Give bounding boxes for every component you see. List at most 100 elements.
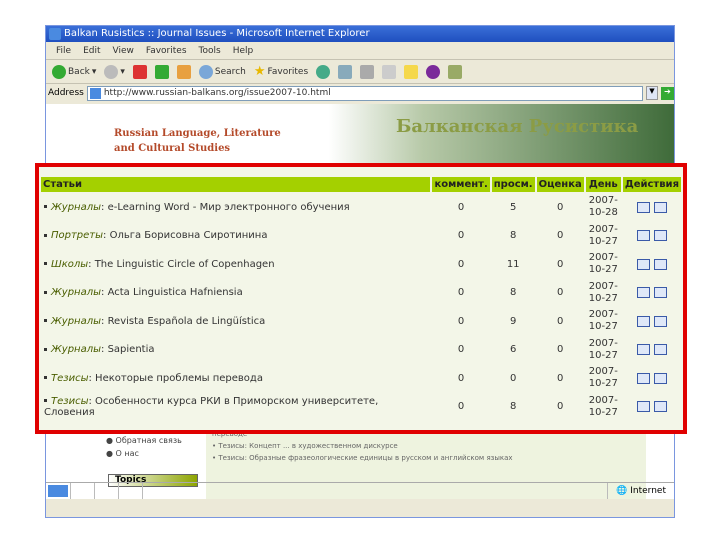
date-day: 10-27	[588, 349, 618, 361]
mail-icon[interactable]	[338, 64, 353, 79]
actions-cell	[623, 308, 681, 335]
views-count: 8	[510, 401, 517, 413]
favorites-button[interactable]: ★ Favorites	[254, 64, 308, 79]
actions-cell	[623, 365, 681, 392]
article-link[interactable]: Некоторые проблемы перевода	[95, 373, 263, 384]
address-input[interactable]: http://www.russian-balkans.org/issue2007…	[86, 85, 643, 101]
menu-favorites[interactable]: Favorites	[146, 46, 187, 56]
table-row: Школы: The Linguistic Circle of Copenhag…	[41, 251, 681, 278]
article-cell: Портреты: Ольга Борисовна Сиротинина	[41, 223, 430, 250]
bullet-icon	[44, 290, 47, 294]
article-cell: Тезисы: Особенности курса РКИ в Приморск…	[44, 395, 379, 418]
rating: 0	[556, 287, 564, 299]
nav-item-about[interactable]: ● О нас	[106, 447, 182, 460]
table-header: Статьи коммент. просм. Оценка День Дейст…	[41, 177, 681, 192]
comments-count: 0	[457, 372, 465, 384]
article-cell: Журналы: Revista Española de Lingüística	[41, 308, 430, 335]
left-nav: ● Обратная связь ● О нас	[106, 434, 182, 460]
bg-row[interactable]: • Тезисы: Образные фразеологические един…	[212, 452, 640, 464]
table-row: Тезисы: Некоторые проблемы перевода 0 0 …	[41, 365, 681, 392]
actions-cell	[623, 223, 681, 250]
category-link[interactable]: Портреты	[51, 230, 103, 241]
ie-icon	[49, 28, 61, 40]
category-link[interactable]: Журналы	[51, 202, 101, 213]
banner-subtitle: Russian Language, Literature and Cultural…	[114, 126, 281, 156]
article-link[interactable]: Acta Linguistica Hafniensia	[108, 287, 243, 298]
print-icon[interactable]	[636, 372, 650, 384]
menu-tools[interactable]: Tools	[199, 46, 221, 56]
favorites-label: Favorites	[267, 66, 309, 77]
article-cell: Журналы: Sapientia	[41, 337, 430, 364]
date-day: 10-27	[588, 406, 618, 418]
print-icon[interactable]	[360, 64, 375, 79]
date-year: 2007-	[588, 280, 618, 292]
category-link[interactable]: Журналы	[51, 287, 101, 298]
col-views[interactable]: просм.	[491, 177, 535, 192]
category-link[interactable]: Школы	[51, 259, 88, 270]
email-icon[interactable]	[653, 201, 667, 213]
print-icon[interactable]	[636, 315, 650, 327]
print-icon[interactable]	[636, 401, 650, 412]
col-comments[interactable]: коммент.	[432, 177, 490, 192]
article-link[interactable]: The Linguistic Circle of Copenhagen	[95, 259, 275, 270]
comments-count: 0	[457, 230, 465, 242]
article-link[interactable]: Особенности курса РКИ в Приморском униве…	[44, 396, 378, 418]
email-icon[interactable]	[653, 258, 667, 270]
email-icon[interactable]	[653, 287, 667, 298]
stop-icon[interactable]	[132, 64, 147, 79]
edit-icon[interactable]	[382, 64, 397, 79]
date-day: 10-27	[588, 292, 618, 304]
email-icon[interactable]	[653, 315, 667, 327]
comments-count: 0	[457, 315, 465, 327]
address-bar: Address http://www.russian-balkans.org/i…	[46, 84, 674, 102]
email-icon[interactable]	[653, 401, 667, 412]
home-icon[interactable]	[176, 64, 191, 79]
email-icon[interactable]	[653, 230, 667, 241]
col-articles: Статьи	[41, 177, 431, 192]
category-link[interactable]: Тезисы	[51, 373, 88, 384]
forward-button[interactable]: ▾	[104, 64, 125, 79]
email-icon[interactable]	[653, 344, 667, 355]
rating: 0	[556, 401, 564, 413]
history-icon[interactable]	[316, 64, 331, 79]
print-icon[interactable]	[636, 287, 650, 298]
rating: 0	[556, 372, 564, 384]
menu-edit[interactable]: Edit	[83, 46, 100, 56]
go-icon[interactable]: ➔	[661, 86, 674, 100]
menu-view[interactable]: View	[113, 46, 134, 56]
address-dropdown-icon[interactable]: ▼	[646, 86, 658, 100]
refresh-icon[interactable]	[154, 64, 169, 79]
menu-help[interactable]: Help	[233, 46, 254, 56]
research-icon[interactable]	[448, 64, 463, 79]
notes-icon[interactable]	[404, 64, 419, 79]
nav-item-feedback[interactable]: ● Обратная связь	[106, 434, 182, 447]
col-date[interactable]: День	[585, 177, 621, 192]
email-icon[interactable]	[653, 372, 667, 384]
article-link[interactable]: Revista Española de Lingüística	[108, 316, 266, 327]
rating: 0	[556, 315, 564, 327]
print-icon[interactable]	[636, 258, 650, 270]
date: 2007- 10-27	[586, 394, 621, 421]
col-rating[interactable]: Оценка	[536, 177, 584, 192]
views-count: 6	[510, 344, 517, 356]
category-link[interactable]: Журналы	[51, 344, 101, 355]
menu-file[interactable]: File	[56, 46, 71, 56]
actions-cell	[623, 280, 681, 307]
category-link[interactable]: Тезисы	[51, 396, 88, 407]
article-link[interactable]: Sapientia	[108, 344, 155, 355]
article-link[interactable]: Ольга Борисовна Сиротинина	[110, 230, 268, 241]
banner-logo: Балканская Русистика	[396, 116, 639, 137]
comments-count: 0	[457, 201, 465, 213]
search-button[interactable]: Search	[198, 64, 246, 79]
print-icon[interactable]	[636, 230, 650, 241]
nav-label: Обратная связь	[115, 436, 182, 445]
print-icon[interactable]	[636, 344, 650, 355]
bg-row[interactable]: • Тезисы: Концепт ... в художественном д…	[212, 440, 640, 452]
print-icon[interactable]	[636, 201, 650, 213]
category-link[interactable]: Журналы	[51, 316, 101, 327]
date: 2007- 10-27	[586, 280, 621, 307]
back-button[interactable]: Back ▾	[52, 64, 96, 79]
article-link[interactable]: e-Learning Word - Мир электронного обуче…	[108, 202, 350, 213]
messenger-icon[interactable]	[426, 64, 441, 79]
rating: 0	[556, 201, 564, 213]
